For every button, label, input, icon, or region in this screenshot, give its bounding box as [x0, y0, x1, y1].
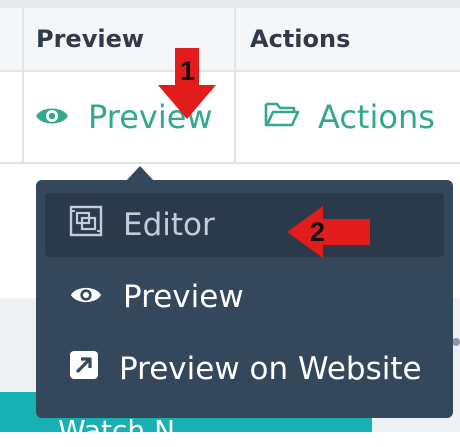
annotation-overlay	[158, 48, 370, 258]
step2-arrow	[287, 206, 370, 258]
annotation-step-1: 1	[180, 56, 196, 86]
annotation-step-2: 2	[310, 217, 326, 247]
